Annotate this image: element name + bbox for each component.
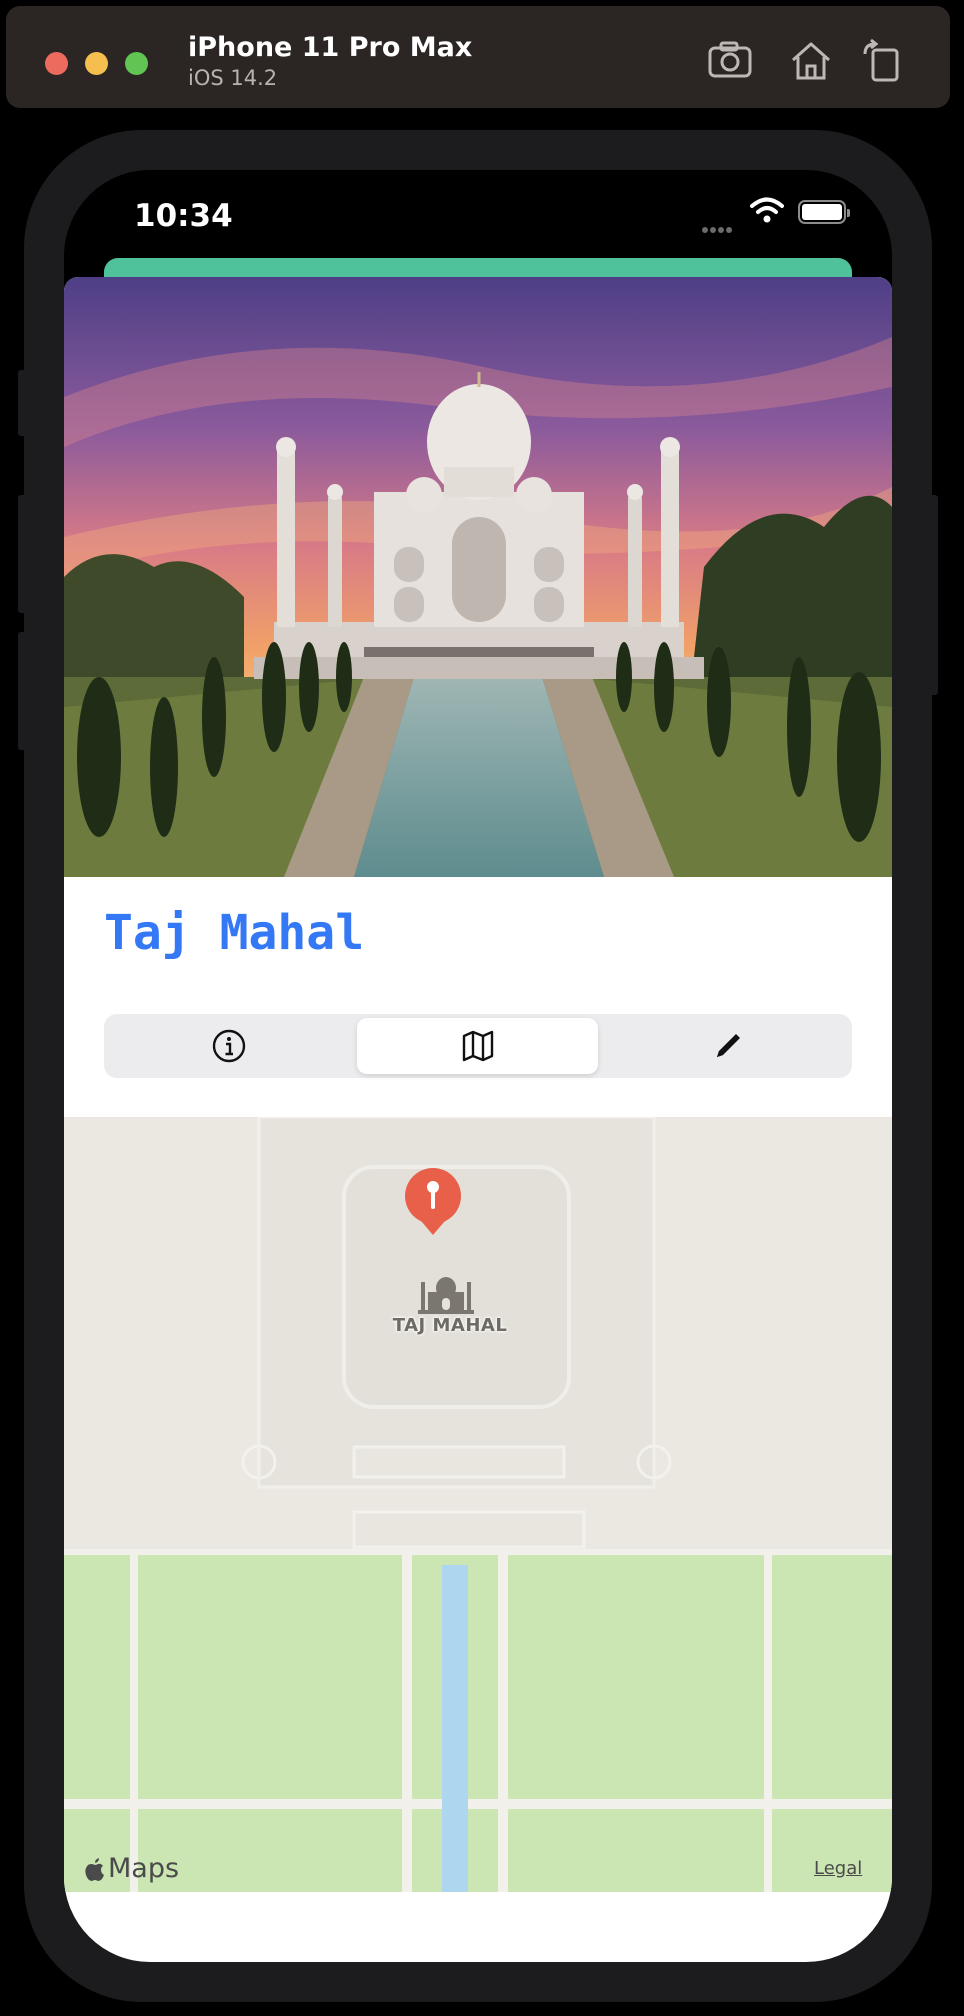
close-window-button[interactable] xyxy=(45,52,68,75)
monument-icon xyxy=(418,1277,474,1314)
zoom-window-button[interactable] xyxy=(125,52,148,75)
home-icon xyxy=(792,42,830,80)
view-segmented-control xyxy=(104,1014,852,1078)
device-name: iPhone 11 Pro Max xyxy=(188,32,473,63)
place-title: Taj Mahal xyxy=(104,905,365,961)
notch xyxy=(269,170,687,230)
map-view[interactable]: TAJ MAHAL Maps Legal xyxy=(64,1117,892,1892)
pencil-icon xyxy=(716,1034,740,1057)
signal-dots-icon xyxy=(702,218,742,233)
side-button xyxy=(928,495,938,695)
map-icon xyxy=(462,1030,493,1062)
map-tiles xyxy=(64,1117,892,1892)
volume-up-button xyxy=(18,495,28,613)
poi-label[interactable]: TAJ MAHAL xyxy=(380,1315,520,1336)
simulator-toolbar: iPhone 11 Pro Max iOS 14.2 xyxy=(6,6,950,108)
tab-info[interactable] xyxy=(108,1018,349,1074)
mute-switch xyxy=(18,370,28,436)
maps-brand-label: Maps xyxy=(108,1853,180,1884)
os-version: iOS 14.2 xyxy=(188,66,278,90)
place-hero-image xyxy=(64,277,892,877)
tab-edit[interactable] xyxy=(607,1018,848,1074)
screenshot-icon xyxy=(708,41,752,78)
tab-map[interactable] xyxy=(357,1018,598,1074)
rotate-icon xyxy=(863,38,899,82)
rotate-button[interactable] xyxy=(859,36,909,86)
info-circle-icon xyxy=(212,1029,245,1063)
status-time: 10:34 xyxy=(134,198,233,234)
device-screen: 10:34 Taj Mahal TAJ MAHAL Maps Legal xyxy=(64,170,892,1962)
volume-down-button xyxy=(18,632,28,750)
screenshot-button[interactable] xyxy=(706,36,756,86)
apple-logo-icon xyxy=(85,1857,104,1881)
legal-link[interactable]: Legal xyxy=(814,1858,862,1879)
place-detail-sheet: Taj Mahal TAJ MAHAL Maps Legal xyxy=(64,277,892,1962)
minimize-window-button[interactable] xyxy=(85,52,108,75)
battery-icon xyxy=(798,200,850,224)
location-pin-icon[interactable] xyxy=(404,1167,462,1237)
wifi-icon xyxy=(750,197,784,223)
maps-attribution: Maps xyxy=(84,1853,179,1884)
home-button[interactable] xyxy=(786,36,836,86)
